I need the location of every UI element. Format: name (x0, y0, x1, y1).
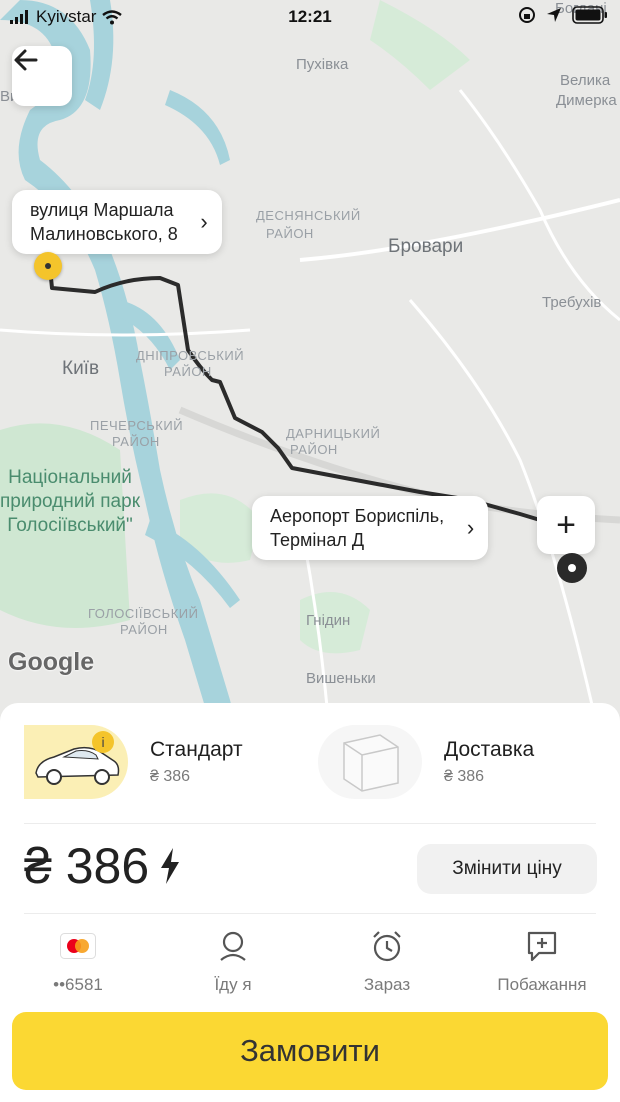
map-label-darnytskyi-raion: РАЙОН (290, 442, 338, 457)
map-label-park: Національний природний парк Голосіївськи… (0, 467, 141, 536)
origin-address-bubble[interactable]: вулиця Маршала Малиновського, 8 › (12, 190, 222, 254)
origin-pin-icon (34, 252, 62, 280)
time-option[interactable]: Зараз (317, 929, 457, 995)
map-label-puhivka: Пухівка (296, 56, 349, 73)
options-row: ••6581 Їду я Зараз Побажання (0, 929, 620, 999)
tariff-delivery[interactable]: Доставка ₴ 386 (318, 725, 534, 799)
plus-icon: + (556, 505, 576, 544)
tariff-standard-name: Стандарт (150, 738, 243, 761)
lightning-icon (161, 848, 180, 884)
location-arrow-icon (547, 8, 561, 22)
map-label-holosiivskyi: ГОЛОСІЇВСЬКИЙ (88, 606, 199, 621)
car-icon: i (24, 725, 128, 799)
add-stop-button[interactable]: + (537, 496, 595, 554)
map-label-hnidyn: Гнідин (306, 612, 351, 629)
map-label-pecherskyi: ПЕЧЕРСЬКИЙ (90, 418, 184, 433)
back-button[interactable] (12, 46, 72, 106)
map-label-pecherskyi-raion: РАЙОН (112, 434, 160, 449)
map-label-darnytskyi: ДАРНИЦЬКИЙ (286, 426, 381, 441)
tariff-delivery-price: ₴ 386 (444, 768, 485, 785)
origin-address-line1: вулиця Маршала (30, 200, 174, 220)
tariff-delivery-name: Доставка (444, 738, 535, 761)
alarm-clock-icon (373, 931, 401, 962)
person-icon (220, 931, 246, 961)
order-button[interactable]: Замовити (12, 1012, 608, 1090)
destination-address-bubble[interactable]: Аеропорт Бориспіль, Термінал Д › (252, 496, 489, 560)
map[interactable]: Пухівка Велика Димерка Богдані ДЕСНЯНСЬК… (0, 0, 620, 740)
who-rides-option[interactable]: Їду я (163, 929, 303, 995)
status-right (518, 6, 608, 24)
google-logo: Google (8, 648, 95, 676)
who-rides-label: Їду я (214, 975, 252, 994)
trip-price: ₴ 386 (24, 837, 181, 895)
time-label: Зараз (363, 975, 411, 994)
map-label-desnianskyi: ДЕСНЯНСЬКИЙ (256, 208, 361, 223)
map-label-desnianskyi-raion: РАЙОН (266, 226, 314, 241)
trip-price-amount: ₴ 386 (24, 838, 150, 894)
bottom-sheet: i Стандарт ₴ 386 Доставка ₴ 386 ₴ 386 Зм… (0, 703, 620, 1102)
map-label-dniprovskyi-raion: РАЙОН (164, 364, 212, 379)
destination-address-line1: Аеропорт Бориспіль, (270, 506, 445, 526)
map-label-brovary: Бровари (388, 236, 464, 257)
payment-method-option[interactable]: ••6581 (8, 929, 148, 995)
arrow-left-icon (14, 49, 38, 71)
map-label-dniprovskyi: ДНІПРОВСЬКИЙ (136, 348, 245, 363)
map-label-vyshenky: Вишеньки (306, 670, 376, 687)
origin-address-line2: Малиновського, 8 (30, 224, 178, 244)
battery-icon (572, 6, 607, 24)
wishes-option[interactable]: Побажання (472, 929, 612, 995)
payment-card-label: ••6581 (53, 975, 103, 994)
tariff-standard[interactable]: i Стандарт ₴ 386 (24, 725, 243, 799)
mastercard-icon (60, 933, 96, 959)
divider (24, 823, 596, 824)
destination-pin-icon (557, 553, 587, 583)
divider (24, 913, 596, 914)
change-price-button[interactable]: Змінити ціну (417, 844, 597, 894)
destination-address-line2: Термінал Д (270, 530, 365, 550)
package-icon (318, 725, 422, 799)
chevron-right-icon: › (466, 515, 475, 540)
rotation-lock-icon (519, 7, 535, 23)
comment-plus-icon (527, 931, 557, 962)
status-bar: Kyivstar 12:21 (0, 0, 620, 32)
map-label-velyka: Велика (560, 72, 611, 89)
map-label-kyiv: Київ (62, 358, 100, 379)
map-label-dymerka: Димерка (556, 92, 617, 109)
tariff-standard-price: ₴ 386 (150, 768, 191, 785)
chevron-right-icon: › (200, 209, 208, 234)
map-label-trebukhiv: Требухів (542, 294, 602, 311)
map-label-holosiivskyi-raion: РАЙОН (120, 622, 168, 637)
wishes-label: Побажання (497, 975, 587, 994)
info-icon[interactable]: i (92, 731, 114, 753)
